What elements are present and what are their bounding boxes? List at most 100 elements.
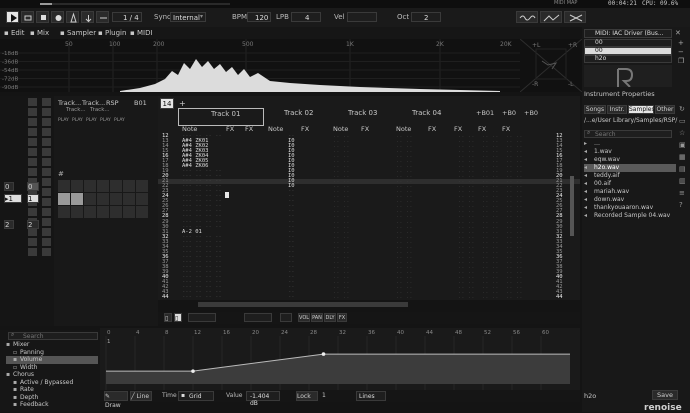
copy-icon[interactable]: ❐ xyxy=(678,57,688,66)
matrix-cell[interactable] xyxy=(71,180,83,192)
pattern-number[interactable]: 14 xyxy=(160,98,174,109)
envelope-point[interactable] xyxy=(321,352,326,356)
matrix-cell[interactable] xyxy=(123,193,135,205)
follow-button[interactable] xyxy=(81,11,94,23)
sequence-slot[interactable] xyxy=(42,148,51,156)
file-item[interactable]: ◂ Recorded Sample 04.wav xyxy=(584,212,676,220)
lines-select[interactable]: Lines xyxy=(356,391,386,401)
pattern-toolbar-toggle-1[interactable]: ▯ xyxy=(164,313,172,322)
octave-field[interactable]: 2 xyxy=(411,12,441,22)
matrix-cell[interactable] xyxy=(71,193,83,205)
sequence-position-6[interactable]: 2 xyxy=(27,220,39,229)
midi-map-label[interactable]: MIDI MAP xyxy=(554,0,577,6)
sequence-slot[interactable] xyxy=(28,168,37,176)
sequence-position-3[interactable]: ▸1 xyxy=(4,194,22,203)
file-item[interactable]: ◂ 1.wav xyxy=(584,148,676,156)
step-field[interactable]: 1 / 4 xyxy=(112,12,142,22)
instrument-step-field[interactable] xyxy=(244,313,272,322)
loop-button[interactable] xyxy=(21,11,34,23)
file-item[interactable]: ◂ eqw.wav xyxy=(584,156,676,164)
horizontal-scrollbar[interactable] xyxy=(198,302,408,307)
sequence-slot[interactable] xyxy=(42,118,51,126)
help-icon[interactable]: ? xyxy=(679,201,689,213)
scope-view-button[interactable] xyxy=(516,11,538,23)
refresh-icon[interactable]: ↻ xyxy=(679,105,689,117)
matrix-cell[interactable] xyxy=(97,180,109,192)
grid-select[interactable]: ▪ Grid xyxy=(178,391,214,401)
sequence-slot[interactable] xyxy=(28,238,37,246)
track-03-header[interactable]: Track 03 xyxy=(330,108,392,126)
matrix-cell[interactable] xyxy=(123,180,135,192)
dly-column-toggle[interactable]: DLY xyxy=(324,313,336,322)
column-step-field[interactable] xyxy=(280,313,292,322)
sequence-slot[interactable] xyxy=(28,148,37,156)
matrix-cell[interactable] xyxy=(71,206,83,218)
matrix-cell[interactable] xyxy=(84,206,96,218)
automation-param-item[interactable]: ▪ Rate xyxy=(6,386,98,394)
edit-toggle[interactable]: ▪ Edit xyxy=(4,29,25,37)
matrix-cell[interactable] xyxy=(58,206,70,218)
sequence-slot[interactable] xyxy=(42,168,51,176)
trash-icon[interactable]: ▦ xyxy=(679,153,689,165)
matrix-track-1[interactable]: Track... xyxy=(58,99,81,107)
sequence-slot[interactable] xyxy=(42,108,51,116)
pattern-scrollbar[interactable] xyxy=(570,176,574,236)
disk-icon[interactable]: ▣ xyxy=(679,141,689,153)
file-item[interactable]: ◂ 00.aif xyxy=(584,180,676,188)
sequence-position-1[interactable]: 0 xyxy=(4,182,14,191)
tab-songs[interactable]: Songs xyxy=(584,105,606,114)
sampler-toggle[interactable]: ▪ Sampler xyxy=(60,29,96,37)
spectrum-view-button[interactable] xyxy=(540,11,562,23)
velocity-field[interactable] xyxy=(347,12,377,22)
sequence-slot[interactable] xyxy=(42,208,51,216)
lock-toggle[interactable]: Lock xyxy=(296,391,318,401)
send-track-3[interactable]: +B0 xyxy=(524,109,538,117)
vectorscope-view-button[interactable] xyxy=(564,11,586,23)
automation-param-item[interactable]: ▪ Mixer xyxy=(6,341,98,349)
automation-search-input[interactable]: ⌕ Search xyxy=(8,331,98,340)
mix-toggle[interactable]: ▪ Mix xyxy=(30,29,49,37)
minus-icon[interactable]: − xyxy=(678,48,688,57)
sequence-slot[interactable] xyxy=(42,198,51,206)
matrix-play-label[interactable]: PLAY xyxy=(114,118,125,123)
render-icon[interactable]: ▥ xyxy=(679,177,689,189)
track-01-header[interactable]: Track 01 xyxy=(178,108,264,126)
sequence-position-2[interactable]: 0 xyxy=(27,182,39,191)
track-02-cell[interactable]: -- xyxy=(288,294,295,300)
matrix-play-label[interactable]: PLAY xyxy=(86,118,97,123)
matrix-play-label[interactable]: PLAY xyxy=(100,118,111,123)
matrix-play-label[interactable]: PLAY xyxy=(72,118,83,123)
tab-samples[interactable]: Samples xyxy=(628,105,655,114)
tab-instruments[interactable]: Instr. xyxy=(607,105,627,114)
sequence-slot[interactable] xyxy=(42,248,51,256)
sequence-position-5[interactable]: 2 xyxy=(4,220,14,229)
matrix-cell[interactable] xyxy=(84,193,96,205)
automation-param-item[interactable]: ▫ Panning xyxy=(6,349,98,357)
pan-column-toggle[interactable]: PAN xyxy=(311,313,323,322)
automation-param-item[interactable]: ▪ Active / Bypassed xyxy=(6,379,98,387)
plus-icon[interactable]: + xyxy=(678,39,688,48)
matrix-track-rsp[interactable]: RSP xyxy=(106,99,119,107)
song-progress-bar[interactable] xyxy=(40,3,230,5)
sequence-slot[interactable] xyxy=(28,108,37,116)
browser-search-input[interactable]: ⌕ Search xyxy=(584,129,672,138)
sequence-slot[interactable] xyxy=(28,98,37,106)
plugin-toggle[interactable]: ▪ Plugin xyxy=(98,29,126,37)
file-item[interactable]: ◂ down.wav xyxy=(584,196,676,204)
bpm-field[interactable]: 120 xyxy=(247,12,271,22)
star-icon[interactable]: ☆ xyxy=(679,129,689,141)
pattern-toolbar-toggle-2[interactable]: ▯ xyxy=(174,313,182,322)
file-item[interactable]: ◂ teddy.aif xyxy=(584,172,676,180)
automation-param-item[interactable]: ▪ Depth xyxy=(6,394,98,402)
line-button[interactable]: ╱ Line xyxy=(130,391,152,401)
file-item[interactable]: ◂ h2o.wav xyxy=(584,164,676,172)
sequence-slot[interactable] xyxy=(42,218,51,226)
automation-param-item[interactable]: ▪ Feedback xyxy=(6,401,98,409)
draw-button[interactable]: ✎ Draw xyxy=(104,391,128,409)
pattern-row[interactable]: 44 44 --- -- -- -- -- .. .. .. .. .. .. .. ....… xyxy=(158,294,580,300)
sequence-slot[interactable] xyxy=(42,178,51,186)
empty-cell[interactable]: .. .. xyxy=(333,294,350,300)
send-track-2[interactable]: +B0 xyxy=(502,109,516,117)
edit-step-field[interactable] xyxy=(188,313,216,322)
sequence-slot[interactable] xyxy=(42,138,51,146)
